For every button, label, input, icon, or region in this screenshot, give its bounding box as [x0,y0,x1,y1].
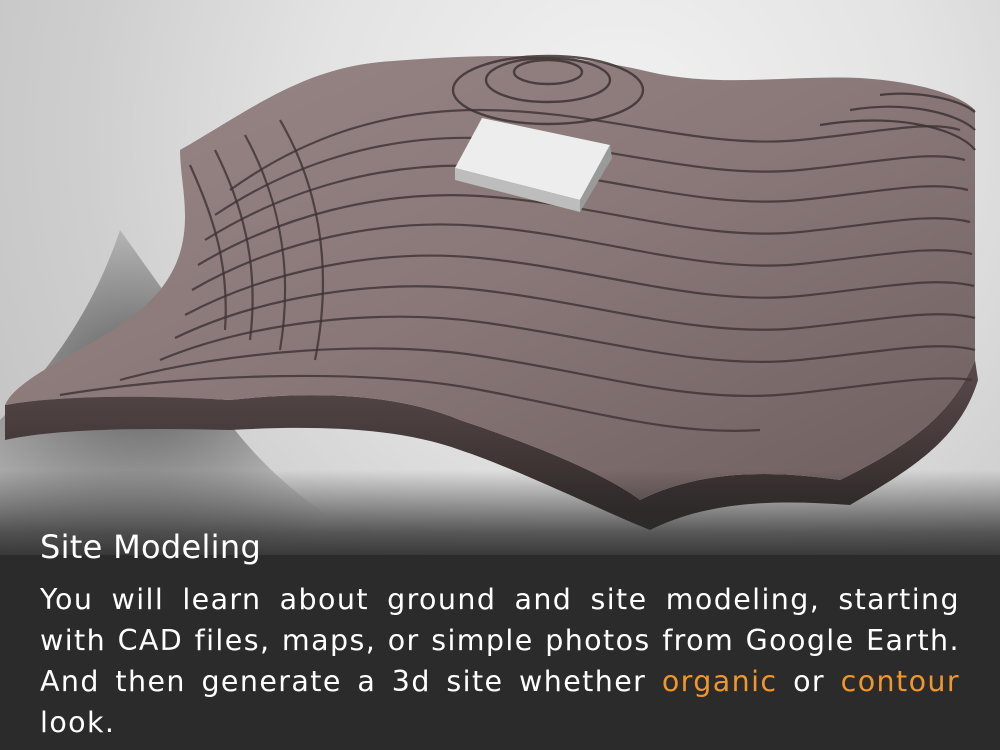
caption-text-part: or [777,665,841,698]
slide: Site Modeling You will learn about groun… [0,0,1000,750]
caption-body: You will learn about ground and site mod… [40,579,960,743]
highlight-contour: contour [840,665,960,698]
highlight-organic: organic [661,665,778,698]
caption-title: Site Modeling [40,528,262,566]
caption-text-part: look. [40,706,116,739]
